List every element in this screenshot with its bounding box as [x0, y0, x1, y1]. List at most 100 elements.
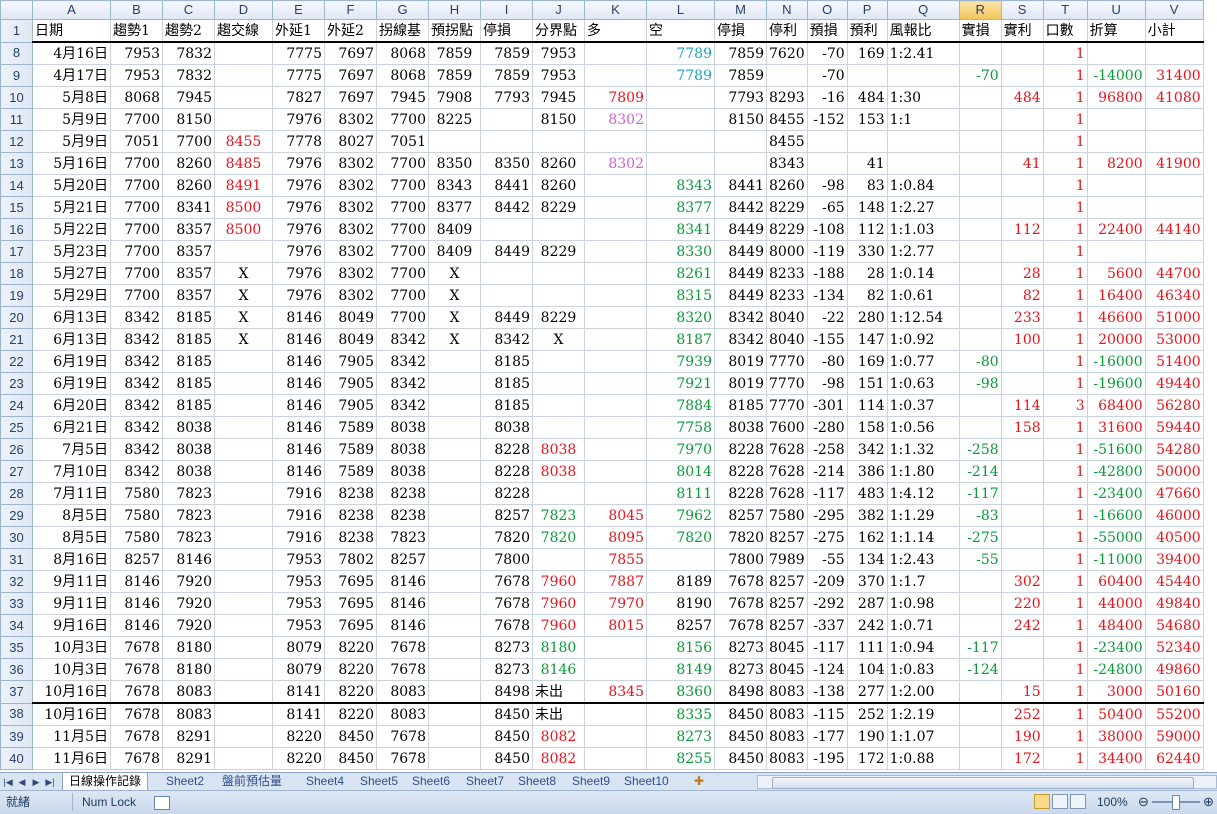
table-cell[interactable]: 7859: [428, 41, 481, 65]
table-cell[interactable]: 8019: [714, 350, 767, 373]
table-cell[interactable]: 1:0.63: [886, 372, 960, 395]
table-cell[interactable]: 1:0.98: [886, 592, 960, 615]
table-cell[interactable]: -51600: [1086, 438, 1146, 461]
table-cell[interactable]: 7953: [272, 570, 325, 593]
table-cell[interactable]: 未出: [532, 702, 585, 726]
table-cell[interactable]: [584, 394, 647, 417]
table-cell[interactable]: -23400: [1086, 482, 1146, 505]
table-cell[interactable]: 7859: [480, 41, 533, 65]
table-cell[interactable]: 169: [846, 350, 888, 373]
table-cell[interactable]: [646, 108, 715, 131]
table-cell[interactable]: [532, 262, 585, 285]
table-cell[interactable]: 10月16日: [32, 702, 111, 726]
table-cell[interactable]: [584, 702, 647, 726]
table-cell[interactable]: 5月9日: [32, 108, 111, 131]
table-cell[interactable]: [958, 614, 1002, 637]
column-header-S[interactable]: S: [1000, 0, 1044, 20]
table-cell[interactable]: 8302: [324, 284, 377, 307]
table-cell[interactable]: 7905: [324, 394, 377, 417]
zoom-out-icon[interactable]: ⊖: [1138, 794, 1149, 810]
table-cell[interactable]: [806, 130, 848, 153]
column-header-K[interactable]: K: [584, 0, 647, 20]
column-header-T[interactable]: T: [1042, 0, 1088, 20]
table-cell[interactable]: [584, 416, 647, 439]
table-row[interactable]: 32 9月11日 8146 7920 7953 7695 8146 7678 7960 7887 8…: [0, 570, 1204, 593]
table-cell[interactable]: 7778: [272, 130, 325, 153]
table-cell[interactable]: 1: [1042, 482, 1088, 505]
table-row[interactable]: 27 7月10日 8342 8038 8146 7589 8038 8228 8038 8014 8…: [0, 460, 1204, 483]
table-cell[interactable]: 1: [1042, 240, 1088, 263]
table-cell[interactable]: 8141: [272, 702, 325, 726]
row-number[interactable]: 40: [0, 747, 33, 770]
table-cell[interactable]: X: [214, 328, 273, 351]
table-cell[interactable]: [214, 725, 273, 748]
table-cell[interactable]: -295: [806, 504, 848, 527]
table-cell[interactable]: [1000, 350, 1044, 373]
table-cell[interactable]: -98: [806, 372, 848, 395]
table-cell[interactable]: 1: [1042, 350, 1088, 373]
column-header-Q[interactable]: Q: [886, 0, 960, 20]
table-cell[interactable]: -83: [958, 504, 1002, 527]
table-cell[interactable]: [958, 218, 1002, 241]
table-cell[interactable]: [584, 725, 647, 748]
table-cell[interactable]: 7953: [272, 548, 325, 571]
table-cell[interactable]: 7953: [272, 592, 325, 615]
table-cell[interactable]: 8月5日: [32, 504, 111, 527]
table-cell[interactable]: X: [428, 262, 481, 285]
table-cell[interactable]: 8342: [376, 350, 429, 373]
table-cell[interactable]: 8342: [110, 394, 163, 417]
table-cell[interactable]: 7770: [766, 350, 808, 373]
table-cell[interactable]: 7976: [272, 108, 325, 131]
table-cell[interactable]: [958, 416, 1002, 439]
table-cell[interactable]: 7976: [272, 196, 325, 219]
header-cell[interactable]: 預利: [846, 19, 888, 43]
table-cell[interactable]: 9月16日: [32, 614, 111, 637]
table-cell[interactable]: 8038: [532, 460, 585, 483]
header-cell[interactable]: 外延2: [324, 19, 377, 43]
table-cell[interactable]: [886, 152, 960, 175]
table-cell[interactable]: 7945: [532, 86, 585, 109]
table-cell[interactable]: [958, 394, 1002, 417]
table-cell[interactable]: 8302: [324, 262, 377, 285]
table-cell[interactable]: 8449: [480, 240, 533, 263]
table-row[interactable]: 22 6月19日 8342 8185 8146 7905 8342 8185 7939 8019 7…: [0, 350, 1204, 373]
table-cell[interactable]: 8083: [376, 680, 429, 704]
table-cell[interactable]: 15: [1000, 680, 1044, 704]
table-cell[interactable]: 1: [1042, 570, 1088, 593]
table-cell[interactable]: [886, 130, 960, 153]
table-cell[interactable]: 7697: [324, 64, 377, 87]
header-data-row[interactable]: 1 日期 趨勢1 趨勢2 趨交線 外延1 外延2 拐線基 預拐點 停損 分界點多空停損 停利 預損 預利風…: [0, 19, 1204, 43]
row-number[interactable]: 31: [0, 548, 33, 571]
table-cell[interactable]: 7589: [324, 438, 377, 461]
table-cell[interactable]: -134: [806, 284, 848, 307]
table-cell[interactable]: -23400: [1086, 636, 1146, 659]
table-cell[interactable]: 8498: [480, 680, 533, 704]
table-cell[interactable]: 7700: [376, 196, 429, 219]
table-cell[interactable]: 7823: [532, 504, 585, 527]
table-cell[interactable]: 7905: [324, 372, 377, 395]
table-cell[interactable]: 7700: [110, 196, 163, 219]
table-cell[interactable]: [584, 218, 647, 241]
table-cell[interactable]: [532, 130, 585, 153]
table-cell[interactable]: 8273: [714, 636, 767, 659]
table-cell[interactable]: 8045: [766, 636, 808, 659]
table-cell[interactable]: 5600: [1086, 262, 1146, 285]
table-cell[interactable]: 54280: [1144, 438, 1204, 461]
prev-sheet-icon[interactable]: ◀: [16, 775, 28, 789]
table-cell[interactable]: 7月11日: [32, 482, 111, 505]
table-cell[interactable]: [532, 394, 585, 417]
table-cell[interactable]: X: [214, 306, 273, 329]
table-cell[interactable]: 47660: [1144, 482, 1204, 505]
table-cell[interactable]: 8146: [376, 614, 429, 637]
table-cell[interactable]: 8342: [714, 328, 767, 351]
table-cell[interactable]: -11000: [1086, 548, 1146, 571]
table-cell[interactable]: 54680: [1144, 614, 1204, 637]
table-cell[interactable]: 287: [846, 592, 888, 615]
table-cell[interactable]: 51400: [1144, 350, 1204, 373]
row-number[interactable]: 9: [0, 64, 33, 87]
table-cell[interactable]: 7695: [324, 614, 377, 637]
table-cell[interactable]: -258: [958, 438, 1002, 461]
table-cell[interactable]: 7960: [532, 614, 585, 637]
row-number[interactable]: 26: [0, 438, 33, 461]
table-cell[interactable]: 7793: [480, 86, 533, 109]
